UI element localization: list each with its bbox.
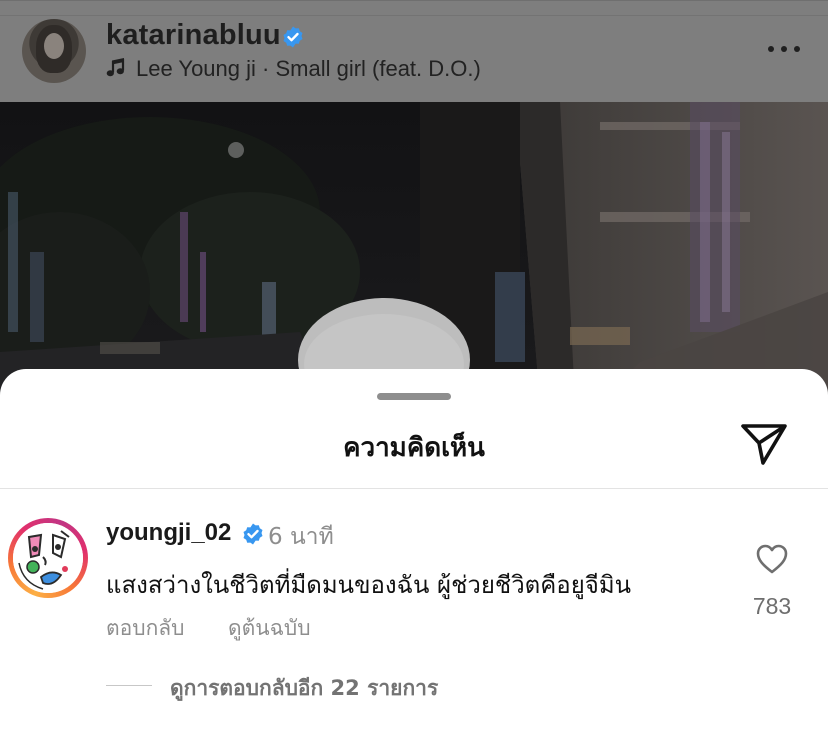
sheet-divider <box>0 488 828 489</box>
more-dot <box>781 46 787 52</box>
doodle-face-icon <box>13 523 83 593</box>
avatar-inner <box>13 523 83 593</box>
verified-badge-icon <box>243 523 263 545</box>
verified-badge-icon <box>283 26 303 48</box>
heart-outline-icon[interactable] <box>755 543 789 575</box>
comment-text: แสงสว่างในชีวิตที่มืดมนของฉัน ผู้ช่วยชีว… <box>106 571 632 599</box>
drag-handle[interactable] <box>377 393 451 400</box>
avatar-face <box>44 33 64 59</box>
more-dot <box>768 46 774 52</box>
paper-plane-share-icon[interactable] <box>740 421 788 467</box>
sheet-title: ความคิดเห็น <box>343 433 485 463</box>
commenter-username[interactable]: youngji_02 <box>106 519 231 547</box>
replies-divider-line <box>106 685 152 686</box>
commenter-avatar[interactable] <box>8 518 88 598</box>
comments-sheet: ความคิดเห็น youngji_02 6 นาที แสงสว่างใน… <box>0 369 828 732</box>
night-street-scene <box>0 102 828 402</box>
music-track[interactable]: Lee Young ji · Small girl (feat. D.O.) <box>136 56 481 82</box>
author-avatar[interactable] <box>22 19 86 83</box>
more-dot <box>794 46 800 52</box>
comment-timestamp: 6 นาที <box>268 524 334 550</box>
see-original-button[interactable]: ดูต้นฉบับ <box>228 612 311 645</box>
post-header: katarinabluu Lee Young ji · Small girl (… <box>0 0 828 102</box>
music-note-icon <box>106 58 125 77</box>
more-options-icon[interactable] <box>766 43 802 55</box>
view-replies-button[interactable]: ดูการตอบกลับอีก 22 รายการ <box>170 672 438 705</box>
author-username[interactable]: katarinabluu <box>106 19 281 52</box>
like-count: 783 <box>752 593 792 619</box>
header-divider <box>0 15 828 16</box>
reply-button[interactable]: ตอบกลับ <box>106 612 185 645</box>
post-photo[interactable] <box>0 102 828 402</box>
